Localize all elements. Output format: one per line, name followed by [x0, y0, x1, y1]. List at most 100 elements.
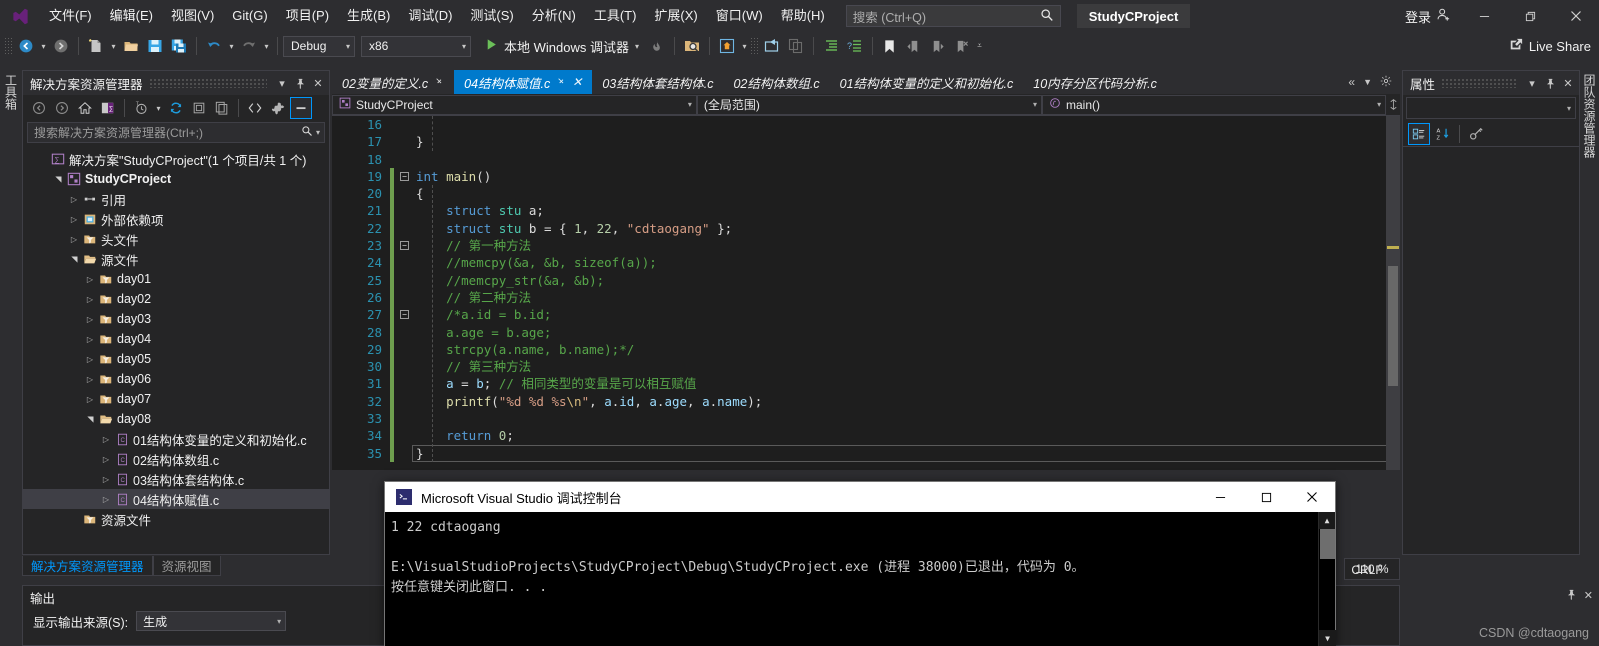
toolbar-grip[interactable]	[4, 37, 14, 55]
previous-bookmark-button[interactable]	[902, 34, 926, 58]
sign-in-button[interactable]: 登录	[1395, 7, 1461, 26]
tab-settings-icon[interactable]	[1380, 75, 1392, 90]
code-line[interactable]: //memcpy(&a, &b, sizeof(a));	[416, 254, 1400, 271]
tree-node-3[interactable]: ▷ 外部依赖项	[23, 209, 329, 229]
menu-item-2[interactable]: 视图(V)	[162, 0, 223, 32]
expand-arrow-open-icon[interactable]: ◢	[54, 172, 63, 186]
start-debugging-button[interactable]: 本地 Windows 调试器 ▾	[479, 34, 645, 58]
output-source-combo[interactable]: 生成 ▾	[136, 611, 287, 631]
categorized-icon[interactable]	[1408, 122, 1430, 145]
editor-tab-0[interactable]: 02变量的定义.c	[332, 70, 455, 94]
code-line[interactable]: // 第一种方法	[416, 237, 1400, 254]
redo-button[interactable]	[237, 34, 261, 58]
toolbar-grip-2[interactable]	[749, 37, 760, 55]
new-project-dropdown[interactable]: ▾	[108, 34, 119, 58]
fold-toggle-icon[interactable]: −	[400, 241, 409, 251]
code-line[interactable]: struct stu a;	[416, 202, 1400, 219]
navbar-project-combo[interactable]: StudyCProject ▾	[332, 94, 697, 115]
solution-explorer-home-dropdown[interactable]: ▾	[739, 34, 750, 58]
expand-arrow-closed-icon[interactable]: ▷	[83, 295, 97, 304]
expand-arrow-closed-icon[interactable]: ▷	[67, 235, 81, 244]
menu-item-4[interactable]: 项目(P)	[277, 0, 338, 32]
dock-tab-1[interactable]: 资源视图	[152, 556, 221, 576]
code-line[interactable]: {	[416, 185, 1400, 202]
tree-node-11[interactable]: ▷ day06	[23, 369, 329, 389]
navigate-backward-dropdown[interactable]: ▾	[38, 34, 49, 58]
drag-dots[interactable]	[148, 78, 267, 88]
code-line[interactable]: //memcpy_str(&a, &b);	[416, 272, 1400, 289]
comment-selection-button[interactable]	[819, 34, 843, 58]
search-input[interactable]: 搜索 (Ctrl+Q)	[845, 5, 1061, 27]
console-scrollbar[interactable]: ▲ ▼	[1318, 512, 1336, 646]
chevron-down-icon[interactable]: ▾	[635, 42, 639, 51]
menu-item-12[interactable]: 帮助(H)	[772, 0, 834, 32]
navigate-backward-button[interactable]	[14, 34, 38, 58]
scroll-up-arrow-icon[interactable]: ▲	[1319, 512, 1335, 529]
expand-arrow-closed-icon[interactable]: ▷	[99, 435, 113, 444]
panel-menu-chevron-icon[interactable]: ▾	[1523, 73, 1541, 93]
tab-scroll-left-icon[interactable]: «	[1348, 75, 1355, 89]
expand-arrow-closed-icon[interactable]: ▷	[83, 315, 97, 324]
code-line[interactable]: struct stu b = { 1, 22, "cdtaogang" };	[416, 220, 1400, 237]
close-icon[interactable]: ✕	[309, 73, 327, 93]
expand-arrow-closed-icon[interactable]: ▷	[99, 475, 113, 484]
console-maximize-button[interactable]	[1243, 482, 1289, 512]
tree-node-8[interactable]: ▷ day03	[23, 309, 329, 329]
expand-arrow-closed-icon[interactable]: ▷	[67, 195, 81, 204]
expand-arrow-closed-icon[interactable]: ▷	[83, 355, 97, 364]
tree-node-17[interactable]: ▷ C 04结构体赋值.c	[23, 489, 329, 509]
properties-button[interactable]	[267, 97, 289, 119]
menu-item-7[interactable]: 测试(S)	[461, 0, 522, 32]
expand-arrow-open-icon[interactable]: ◢	[86, 412, 95, 426]
solution-explorer-home-button[interactable]	[715, 34, 739, 58]
code-editor[interactable]: 16 17 18 19 20 21 22 23 24 25 26 27 28 29 30 31 32 33 34 35…	[332, 116, 1400, 470]
preview-selected-items-button[interactable]	[680, 34, 704, 58]
tab-pin-icon[interactable]	[434, 76, 444, 89]
pending-changes-dropdown[interactable]: ▾	[153, 96, 164, 120]
split-view-button[interactable]	[1386, 99, 1400, 110]
outlining-margin[interactable]: − − −	[398, 116, 412, 470]
navbar-scope-combo[interactable]: (全局范围) ▾	[696, 94, 1043, 115]
tree-node-13[interactable]: ◢ day08	[23, 409, 329, 429]
uncomment-selection-button[interactable]: ?	[843, 34, 867, 58]
open-file-button[interactable]	[119, 34, 143, 58]
live-share-button[interactable]: Live Share	[1509, 38, 1591, 55]
alphabetical-icon[interactable]: AZ	[1432, 123, 1454, 145]
toolbox-vertical-tab[interactable]: 工具箱	[0, 70, 22, 150]
properties-object-combo[interactable]: ▾	[1406, 97, 1576, 119]
code-line[interactable]: a = b; // 相同类型的变量是可以相互赋值	[416, 375, 1400, 392]
properties-key-icon[interactable]	[1465, 123, 1487, 145]
expand-arrow-closed-icon[interactable]: ▷	[83, 335, 97, 344]
tree-node-6[interactable]: ▷ day01	[23, 269, 329, 289]
preview-pane-button[interactable]	[290, 97, 312, 119]
code-line[interactable]: strcpy(a.name, b.name);*/	[416, 341, 1400, 358]
toggle-bookmark-button[interactable]	[878, 34, 902, 58]
refresh-button[interactable]	[165, 97, 187, 119]
fold-toggle-icon[interactable]: −	[400, 310, 409, 320]
dock-tab-0[interactable]: 解决方案资源管理器	[22, 556, 153, 576]
collapse-all-button[interactable]	[188, 97, 210, 119]
menu-item-9[interactable]: 工具(T)	[585, 0, 646, 32]
tree-node-4[interactable]: ▷ 头文件	[23, 229, 329, 249]
code-line[interactable]: return 0;	[416, 427, 1400, 444]
tree-node-9[interactable]: ▷ day04	[23, 329, 329, 349]
menu-item-11[interactable]: 窗口(W)	[707, 0, 772, 32]
redo-dropdown[interactable]: ▾	[261, 34, 272, 58]
team-explorer-vertical-tab[interactable]: 团队资源管理器	[1580, 70, 1599, 180]
toolbar-overflow-button[interactable]: ⩡	[974, 34, 985, 58]
solution-explorer-view-button[interactable]: ∑	[97, 97, 119, 119]
menu-item-1[interactable]: 编辑(E)	[101, 0, 162, 32]
tree-node-14[interactable]: ▷ C 01结构体变量的定义和初始化.c	[23, 429, 329, 449]
editor-tab-4[interactable]: 01结构体变量的定义和初始化.c	[829, 70, 1024, 94]
minimize-button[interactable]	[1461, 0, 1507, 32]
editor-tab-3[interactable]: 02结构体数组.c	[723, 70, 830, 94]
tree-node-7[interactable]: ▷ day02	[23, 289, 329, 309]
code-line[interactable]: int main()	[416, 168, 1400, 185]
tree-node-12[interactable]: ▷ day07	[23, 389, 329, 409]
close-button[interactable]	[1553, 0, 1599, 32]
new-project-button[interactable]	[84, 34, 108, 58]
panel-menu-chevron-icon[interactable]: ▾	[273, 73, 291, 93]
expand-arrow-closed-icon[interactable]: ▷	[83, 275, 97, 284]
code-line[interactable]: // 第二种方法	[416, 289, 1400, 306]
tab-pin-icon[interactable]	[556, 76, 566, 89]
